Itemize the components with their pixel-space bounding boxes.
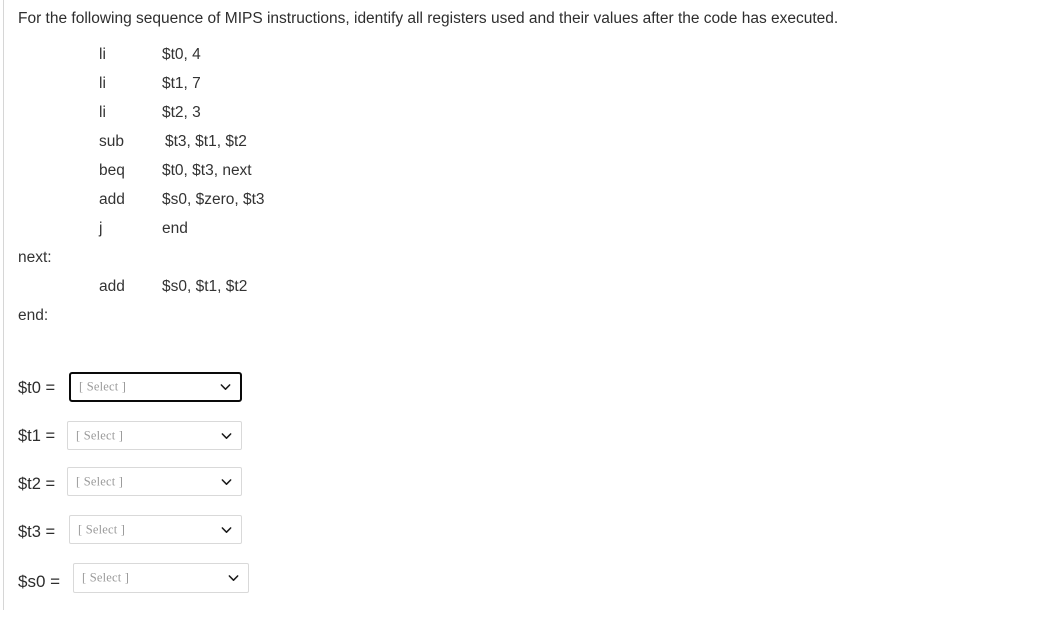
code-line: add $s0, $zero, $t3 (0, 191, 420, 220)
register-select-t3[interactable]: [ Select ] (69, 515, 242, 544)
mips-code-listing: li $t0, 4 li $t1, 7 li $t2, 3 sub $t3, $… (0, 46, 420, 336)
register-select-wrapper-t0: [ Select ] (69, 372, 242, 402)
code-line-mnemonic: li (99, 46, 106, 63)
register-select-s0[interactable]: [ Select ] (73, 563, 249, 593)
code-line-operands: $t1, 7 (162, 75, 201, 92)
code-line: beq $t0, $t3, next (0, 162, 420, 191)
code-line: j end (0, 220, 420, 249)
code-line-mnemonic: add (99, 191, 125, 208)
code-line-operands: $t0, 4 (162, 46, 201, 63)
code-line-label: next: (18, 249, 52, 266)
code-line-mnemonic: add (99, 278, 125, 295)
register-label: $t3 = (18, 523, 56, 541)
register-select-wrapper-t2: [ Select ] (67, 467, 242, 496)
register-select-t0[interactable]: [ Select ] (69, 372, 242, 402)
code-line-operands: $t3, $t1, $t2 (165, 133, 247, 150)
code-line: li $t1, 7 (0, 75, 420, 104)
register-label: $s0 = (18, 572, 61, 591)
register-label: $t0 = (18, 379, 56, 397)
register-select-wrapper-t1: [ Select ] (67, 421, 242, 450)
code-line-label: end: (18, 307, 49, 324)
chevron-down-icon (220, 382, 231, 393)
code-line-mnemonic: li (99, 75, 106, 92)
register-label: $t2 = (18, 475, 56, 493)
code-line-mnemonic: li (99, 104, 106, 121)
code-line-mnemonic: sub (99, 133, 124, 150)
register-label: $t1 = (18, 427, 56, 445)
chevron-down-icon (221, 430, 232, 441)
code-line-mnemonic: beq (99, 162, 125, 179)
code-line: add $s0, $t1, $t2 (0, 278, 420, 307)
chevron-down-icon (221, 524, 232, 535)
register-select-wrapper-s0: [ Select ] (73, 563, 249, 593)
register-select-value: [ Select ] (78, 522, 126, 536)
code-line-label-next: next: (0, 249, 420, 278)
register-select-value: [ Select ] (82, 570, 130, 585)
code-line-operands: $t0, $t3, next (162, 162, 252, 179)
code-line-mnemonic: j (99, 220, 103, 237)
code-line-operands: end (162, 220, 188, 237)
code-line-operands: $s0, $zero, $t3 (162, 191, 265, 208)
register-select-t2[interactable]: [ Select ] (67, 467, 242, 496)
register-select-value: [ Select ] (76, 428, 124, 442)
register-select-wrapper-t3: [ Select ] (69, 515, 242, 544)
chevron-down-icon (221, 476, 232, 487)
code-line: li $t0, 4 (0, 46, 420, 75)
question-prompt: For the following sequence of MIPS instr… (18, 10, 839, 27)
code-line: sub $t3, $t1, $t2 (0, 133, 420, 162)
chevron-down-icon (228, 573, 239, 584)
code-line: li $t2, 3 (0, 104, 420, 133)
register-select-t1[interactable]: [ Select ] (67, 421, 242, 450)
code-line-operands: $s0, $t1, $t2 (162, 278, 248, 295)
register-select-value: [ Select ] (79, 379, 127, 394)
code-line-operands: $t2, 3 (162, 104, 201, 121)
register-select-value: [ Select ] (76, 474, 124, 488)
code-line-label-end: end: (0, 307, 420, 336)
